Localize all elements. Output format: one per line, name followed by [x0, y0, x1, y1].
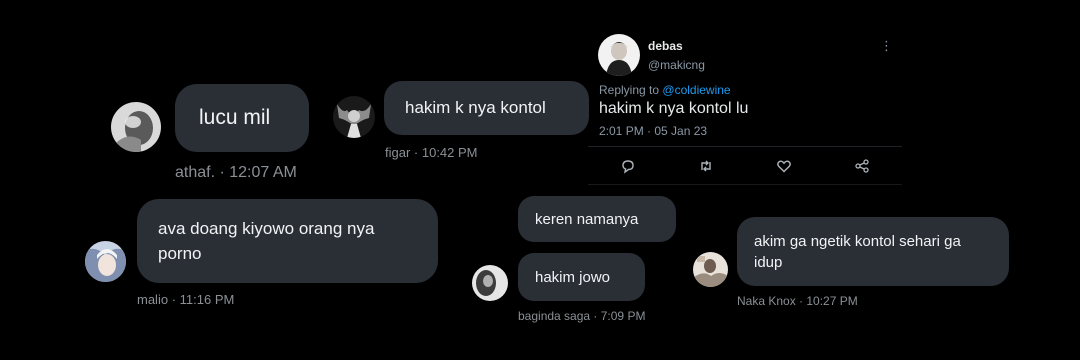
baginda-saga-avatar-image: [472, 265, 508, 301]
retweet-icon[interactable]: [696, 156, 716, 176]
message-time: 10:27 PM: [806, 294, 858, 308]
message-meta-athaf: athaf. · 12:07 AM: [175, 164, 297, 181]
message-time: 7:09 PM: [600, 309, 646, 323]
debas-avatar-image: [598, 34, 640, 76]
message-time: 12:07 AM: [229, 164, 297, 181]
like-icon[interactable]: [774, 156, 794, 176]
message-time: 11:16 PM: [179, 292, 235, 307]
author-name: malio: [137, 292, 169, 307]
replying-to-line: Replying to @coldiewine: [599, 83, 731, 97]
message-meta-naka-knox: Naka Knox · 10:27 PM: [737, 294, 858, 308]
message-bubble-naka-knox[interactable]: akim ga ngetik kontol sehari ga idup: [737, 217, 1009, 286]
author-name: baginda saga: [518, 309, 591, 323]
tweet-timestamp[interactable]: 2:01 PM · 05 Jan 23: [599, 124, 707, 138]
athaf-avatar-image: [111, 102, 161, 152]
author-name: athaf.: [175, 164, 216, 181]
author-name: figar: [385, 145, 411, 160]
author-name: Naka Knox: [737, 294, 796, 308]
message-meta-figar: figar · 10:42 PM: [385, 145, 478, 160]
tweet-divider: [588, 146, 902, 147]
replying-to-label: Replying to: [599, 83, 660, 97]
message-text: akim ga ngetik kontol sehari ga idup: [754, 232, 961, 271]
avatar-figar[interactable]: [333, 96, 375, 138]
message-text: hakim jowo: [535, 268, 611, 286]
message-text: ava doang kiyowo orang nya porno: [158, 219, 375, 263]
reply-icon[interactable]: [618, 156, 638, 176]
message-bubble-malio[interactable]: ava doang kiyowo orang nya porno: [137, 199, 438, 283]
tweet-bottom-divider: [588, 184, 902, 185]
screenshot-collage: lucu mil athaf. · 12:07 AM hakim k nya k…: [0, 0, 1080, 360]
message-text: hakim k nya kontol: [405, 98, 546, 117]
tweet-text: hakim k nya kontol lu: [599, 100, 749, 117]
more-horizontal-icon[interactable]: ⋮: [880, 38, 893, 54]
message-text: keren namanya: [535, 210, 639, 228]
message-bubble-figar[interactable]: hakim k nya kontol: [384, 81, 589, 135]
avatar-baginda-saga[interactable]: [472, 265, 508, 301]
naka-knox-avatar-image: [693, 252, 728, 287]
message-text: lucu mil: [199, 106, 271, 129]
replying-to-link[interactable]: @coldiewine: [662, 83, 730, 97]
avatar-athaf[interactable]: [111, 102, 161, 152]
tweet-author-handle[interactable]: @makicng: [648, 58, 705, 72]
message-meta-baginda-saga: baginda saga · 7:09 PM: [518, 309, 646, 323]
avatar-malio[interactable]: [85, 241, 126, 282]
figar-avatar-image: [333, 96, 375, 138]
tweet-author-name[interactable]: debas: [648, 39, 683, 53]
share-icon[interactable]: [852, 156, 872, 176]
malio-avatar-image: [85, 241, 126, 282]
message-meta-malio: malio · 11:16 PM: [137, 292, 235, 307]
tweet-card[interactable]: debas @makicng ⋮ Replying to @coldiewine…: [588, 28, 902, 188]
message-time: 10:42 PM: [421, 145, 478, 160]
message-bubble-baginda-1[interactable]: keren namanya: [518, 196, 676, 242]
avatar-debas[interactable]: [598, 34, 640, 76]
message-bubble-athaf[interactable]: lucu mil: [175, 84, 309, 152]
message-bubble-baginda-2[interactable]: hakim jowo: [518, 253, 645, 301]
avatar-naka-knox[interactable]: [693, 252, 728, 287]
